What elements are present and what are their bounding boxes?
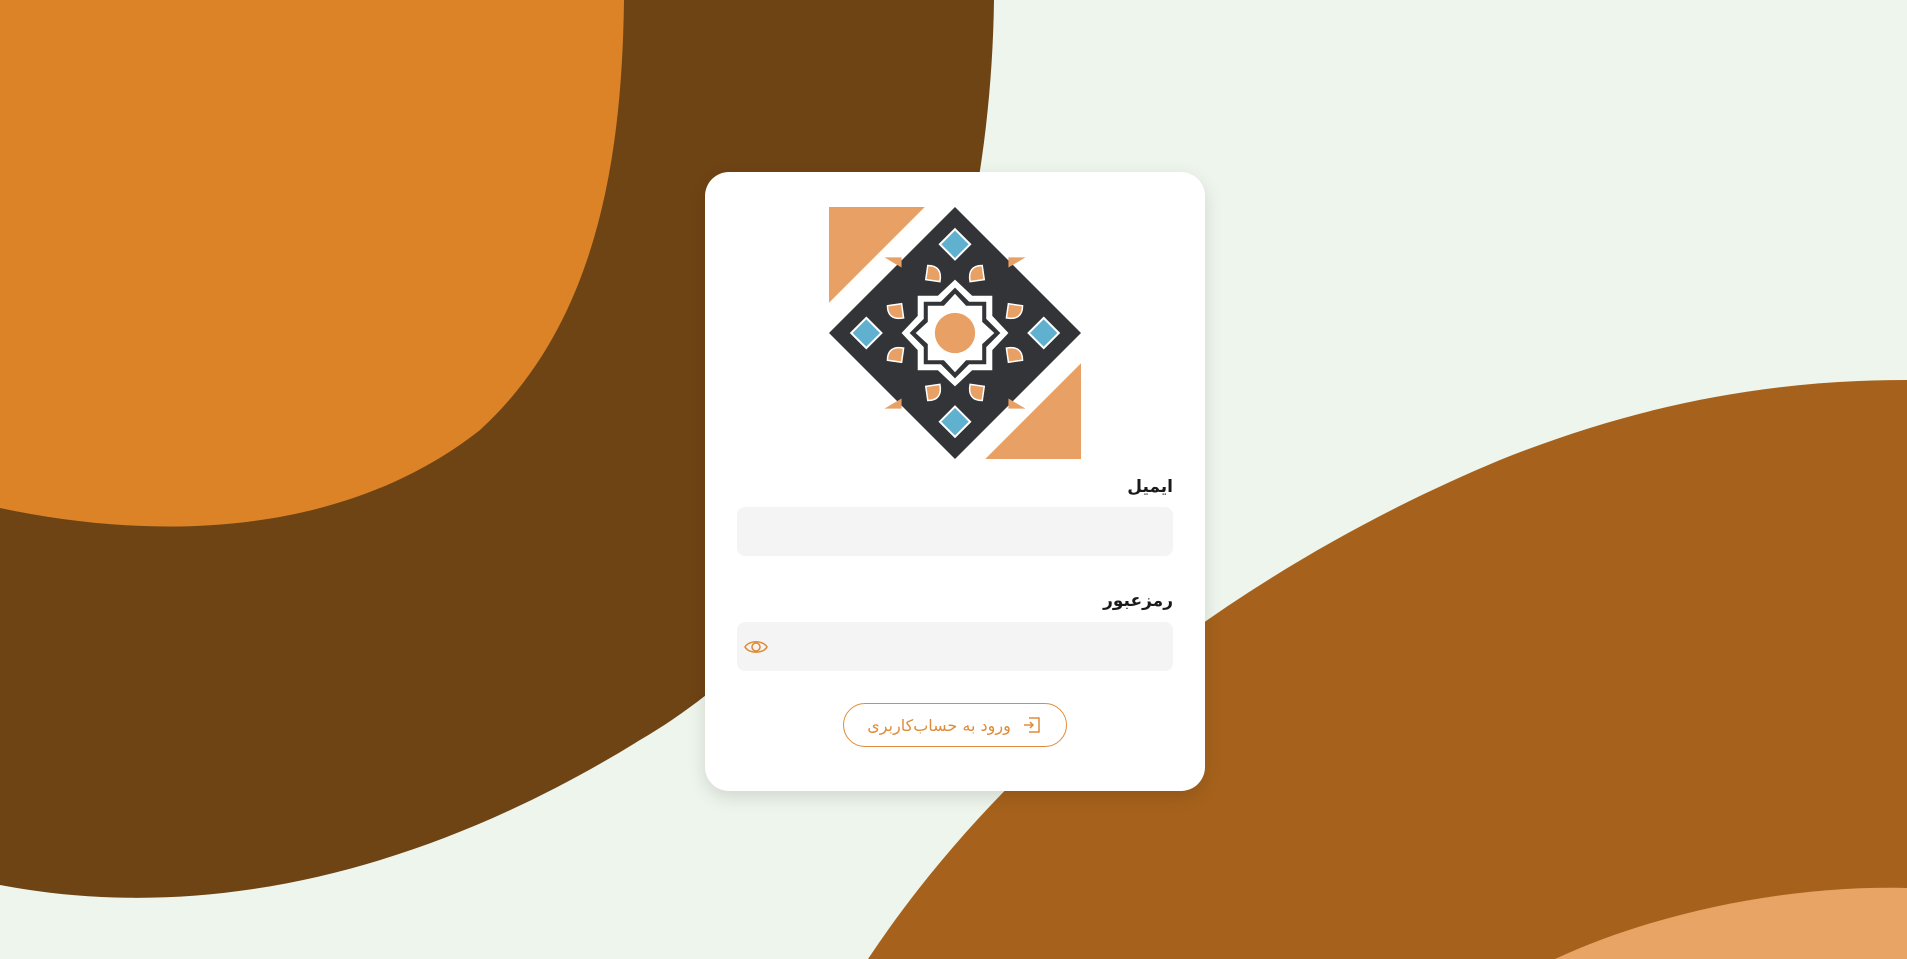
login-card: ایمیل رمزعبور ورود به حساب‌کاربری xyxy=(705,172,1205,791)
geometric-tile-logo-icon xyxy=(829,207,1081,459)
email-label: ایمیل xyxy=(1127,477,1173,497)
login-icon xyxy=(1023,717,1040,733)
email-field[interactable] xyxy=(737,507,1173,556)
login-page: ایمیل رمزعبور ورود به حساب‌کاربری xyxy=(0,0,1907,959)
eye-icon[interactable] xyxy=(743,634,769,660)
login-button-label: ورود به حساب‌کاربری xyxy=(867,715,1011,735)
password-field[interactable] xyxy=(737,622,1173,671)
password-label: رمزعبور xyxy=(1103,591,1173,611)
login-button[interactable]: ورود به حساب‌کاربری xyxy=(843,703,1067,747)
